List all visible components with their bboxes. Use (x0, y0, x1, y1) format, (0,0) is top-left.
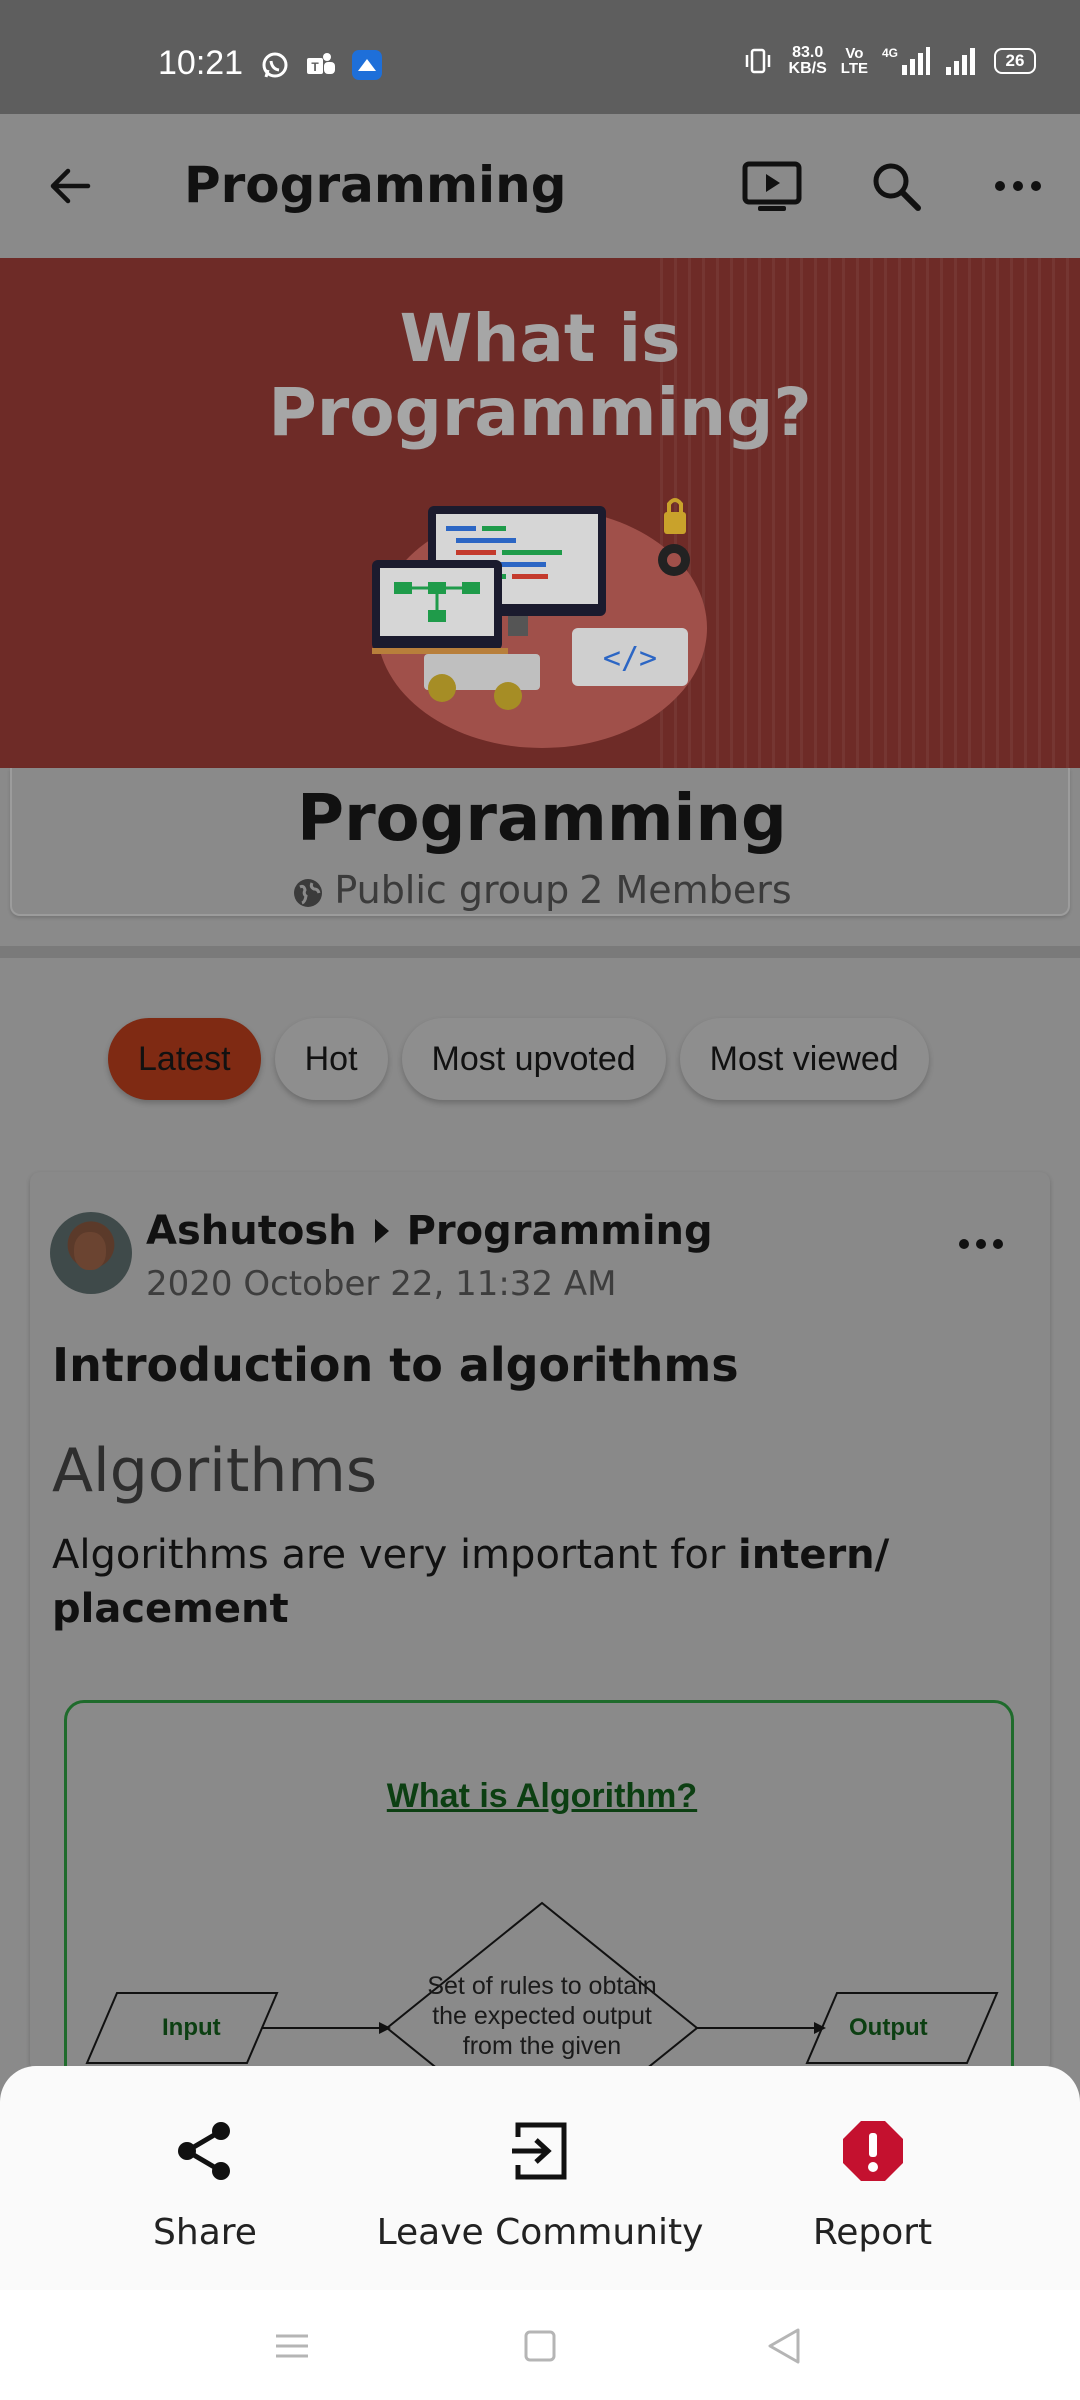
filter-chip-hot[interactable]: Hot (274, 1018, 388, 1100)
flowchart-output-label: Output (849, 2014, 928, 2041)
clock: 10:21 (158, 44, 244, 82)
share-label: Share (153, 2212, 257, 2253)
signal-4g-icon: 4G (882, 44, 930, 78)
back-icon[interactable] (764, 2326, 804, 2366)
post-community[interactable]: Programming (407, 1208, 713, 1254)
volte-top: Vo (845, 45, 864, 62)
group-members[interactable]: 2 Members (579, 868, 791, 912)
share-icon (170, 2116, 240, 2186)
post-author-line: Ashutosh Programming (146, 1208, 713, 1254)
report-icon (838, 2116, 908, 2186)
more-options-icon[interactable] (990, 164, 1046, 208)
filter-chip-most-upvoted[interactable]: Most upvoted (401, 1018, 666, 1100)
report-label: Report (812, 2212, 933, 2253)
volte-indicator: Vo LTE (841, 46, 868, 76)
system-indicators: 83.0 KB/S Vo LTE 4G 26 (741, 44, 1036, 78)
cloud-app-icon (350, 48, 384, 82)
programming-illustration: </> (372, 498, 707, 748)
back-arrow-icon[interactable] (44, 160, 96, 212)
globe-icon (292, 874, 324, 907)
group-banner: What is Programming? </> (0, 258, 1080, 768)
exit-icon (505, 2116, 575, 2186)
leave-community-label: Leave Community (376, 2212, 704, 2253)
vibrate-icon (741, 44, 775, 78)
net-speed-value: 83.0 (792, 44, 824, 61)
group-meta: Public group 2 Members (12, 868, 1072, 912)
share-action[interactable]: Share (145, 2116, 265, 2253)
notification-icons: T (258, 48, 384, 82)
leave-community-action[interactable]: Leave Community (377, 2116, 703, 2253)
post-card[interactable]: Ashutosh Programming 2020 October 22, 11… (30, 1172, 1050, 2072)
battery-indicator: 26 (994, 48, 1036, 74)
page-title: Programming (184, 156, 567, 214)
app-bar: Programming (0, 114, 1080, 258)
post-more-options-icon[interactable] (956, 1234, 1006, 1254)
net-speed: 83.0 KB/S (789, 45, 827, 77)
post-heading: Algorithms (52, 1436, 378, 1506)
group-name: Programming (297, 782, 787, 856)
report-action[interactable]: Report (800, 2116, 945, 2253)
group-info-card: Programming Public group 2 Members (10, 768, 1070, 916)
author-name[interactable]: Ashutosh (146, 1208, 357, 1254)
post-date: 2020 October 22, 11:32 AM (146, 1264, 617, 1304)
banner-headline-line1: What is (399, 300, 681, 377)
svg-text:4G: 4G (882, 46, 898, 60)
caret-right-icon (374, 1219, 389, 1243)
whatsapp-icon (258, 48, 292, 82)
group-privacy: Public group (334, 868, 570, 912)
system-navigation-bar (0, 2290, 1080, 2400)
teams-icon: T (304, 48, 338, 82)
section-divider (0, 946, 1080, 958)
net-speed-unit: KB/S (788, 60, 827, 77)
cast-icon[interactable] (742, 158, 802, 214)
svg-text:</>: </> (603, 641, 657, 676)
search-icon[interactable] (868, 158, 924, 214)
author-avatar[interactable] (50, 1212, 132, 1294)
post-title[interactable]: Introduction to algorithms (52, 1338, 739, 1392)
post-body-text: Algorithms are very important for (52, 1532, 739, 1578)
filter-chip-most-viewed[interactable]: Most viewed (679, 1018, 929, 1100)
status-bar: 10:21 T 83.0 KB/S Vo LTE 4G 26 (0, 0, 1080, 114)
home-icon[interactable] (520, 2326, 560, 2366)
volte-bottom: LTE (840, 60, 868, 77)
banner-headline-line2: Programming? (268, 374, 812, 451)
filter-chip-latest[interactable]: Latest (108, 1018, 261, 1100)
svg-text:T: T (311, 60, 319, 74)
recent-apps-icon[interactable] (272, 2326, 312, 2366)
feed-filter-chips: Latest Hot Most upvoted Most viewed (108, 1018, 929, 1100)
bottom-sheet: Share Leave Community Report (0, 2066, 1080, 2290)
flowchart-input-label: Input (162, 2014, 221, 2041)
post-body: Algorithms are very important for intern… (52, 1528, 1012, 1636)
banner-headline: What is Programming? (0, 302, 1080, 450)
flowchart-rule-text: Set of rules to obtain the expected outp… (427, 1972, 657, 2060)
algorithm-figure[interactable]: What is Algorithm? Input Output Set of r… (64, 1700, 1014, 2072)
signal-icon (944, 44, 980, 78)
